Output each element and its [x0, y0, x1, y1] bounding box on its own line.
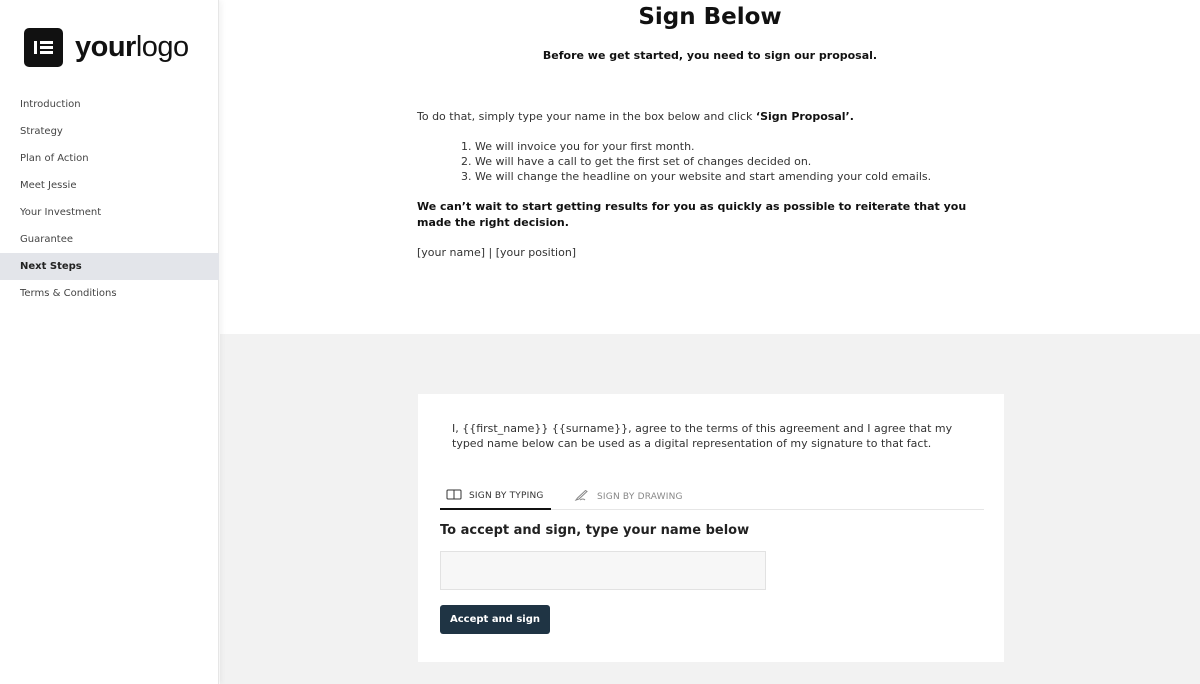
instructions-intro: To do that, simply type your name in the… — [417, 110, 854, 123]
logo-text: yourlogo — [75, 31, 189, 63]
accept-and-sign-button[interactable]: Accept and sign — [440, 605, 550, 634]
proposal-section: Sign Below Before we get started, you ne… — [220, 0, 1200, 334]
sidebar-item-your-investment[interactable]: Your Investment — [0, 199, 219, 226]
agreement-text: I, {{first_name}} {{surname}}, agree to … — [452, 422, 953, 450]
page-title: Sign Below — [638, 4, 782, 30]
company-logo[interactable]: yourlogo — [24, 28, 189, 67]
sidebar-item-meet-jessie[interactable]: Meet Jessie — [0, 172, 219, 199]
logo-icon — [24, 28, 63, 67]
sidebar-nav: Introduction Strategy Plan of Action Mee… — [0, 91, 219, 307]
signature-placeholder: [your name] | [your position] — [417, 246, 577, 259]
sidebar-item-strategy[interactable]: Strategy — [0, 118, 219, 145]
page-subtitle: Before we get started, you need to sign … — [542, 49, 878, 62]
sidebar-item-guarantee[interactable]: Guarantee — [0, 226, 219, 253]
list-item: 3. We will change the headline on your w… — [461, 170, 932, 183]
instructions-block: To do that, simply type your name in the… — [417, 109, 997, 260]
list-item: 2. We will have a call to get the first … — [461, 155, 812, 168]
accept-instruction: To accept and sign, type your name below — [440, 523, 750, 538]
sidebar-item-terms-and-conditions[interactable]: Terms & Conditions — [0, 280, 219, 307]
tab-label: SIGN BY DRAWING — [597, 492, 683, 502]
signature-name-input[interactable] — [440, 551, 766, 590]
sidebar: yourlogo Introduction Strategy Plan of A… — [0, 0, 219, 684]
tab-label: SIGN BY TYPING — [469, 491, 544, 501]
sidebar-item-plan-of-action[interactable]: Plan of Action — [0, 145, 219, 172]
list-item: 1. We will invoice you for your first mo… — [461, 140, 695, 153]
signing-section: I, {{first_name}} {{surname}}, agree to … — [220, 334, 1200, 684]
sidebar-item-next-steps[interactable]: Next Steps — [0, 253, 219, 280]
closing-statement: We can’t wait to start getting results f… — [417, 200, 967, 229]
next-steps-list: 1. We will invoice you for your first mo… — [417, 139, 997, 184]
pen-icon — [574, 489, 590, 504]
tab-sign-by-drawing[interactable]: SIGN BY DRAWING — [574, 484, 683, 510]
signature-card: I, {{first_name}} {{surname}}, agree to … — [418, 394, 1004, 662]
keyboard-icon — [446, 489, 462, 503]
tab-sign-by-typing[interactable]: SIGN BY TYPING — [440, 484, 551, 510]
sidebar-item-introduction[interactable]: Introduction — [0, 91, 219, 118]
signature-tabs: SIGN BY TYPING SIGN BY DRAWING — [440, 484, 984, 510]
